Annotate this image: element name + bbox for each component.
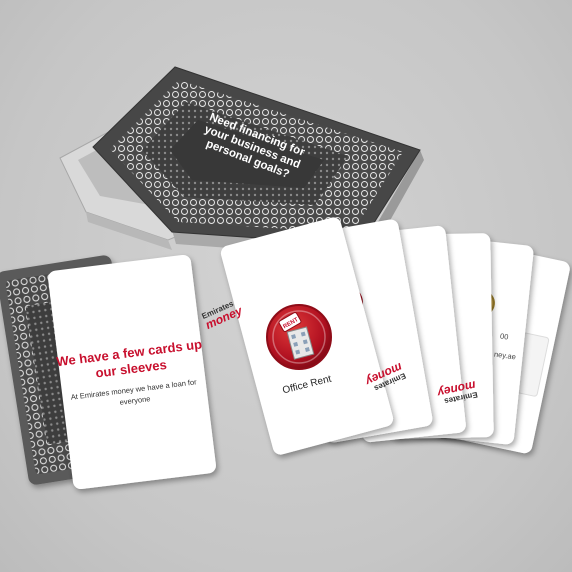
- scene-illustration: RENT: [0, 66, 570, 490]
- partial-card-text-1: 00: [499, 331, 509, 342]
- office-rent-badge-icon: RENT: [266, 304, 332, 370]
- product-photo-scene: RENT Need financing for your business an…: [0, 0, 572, 572]
